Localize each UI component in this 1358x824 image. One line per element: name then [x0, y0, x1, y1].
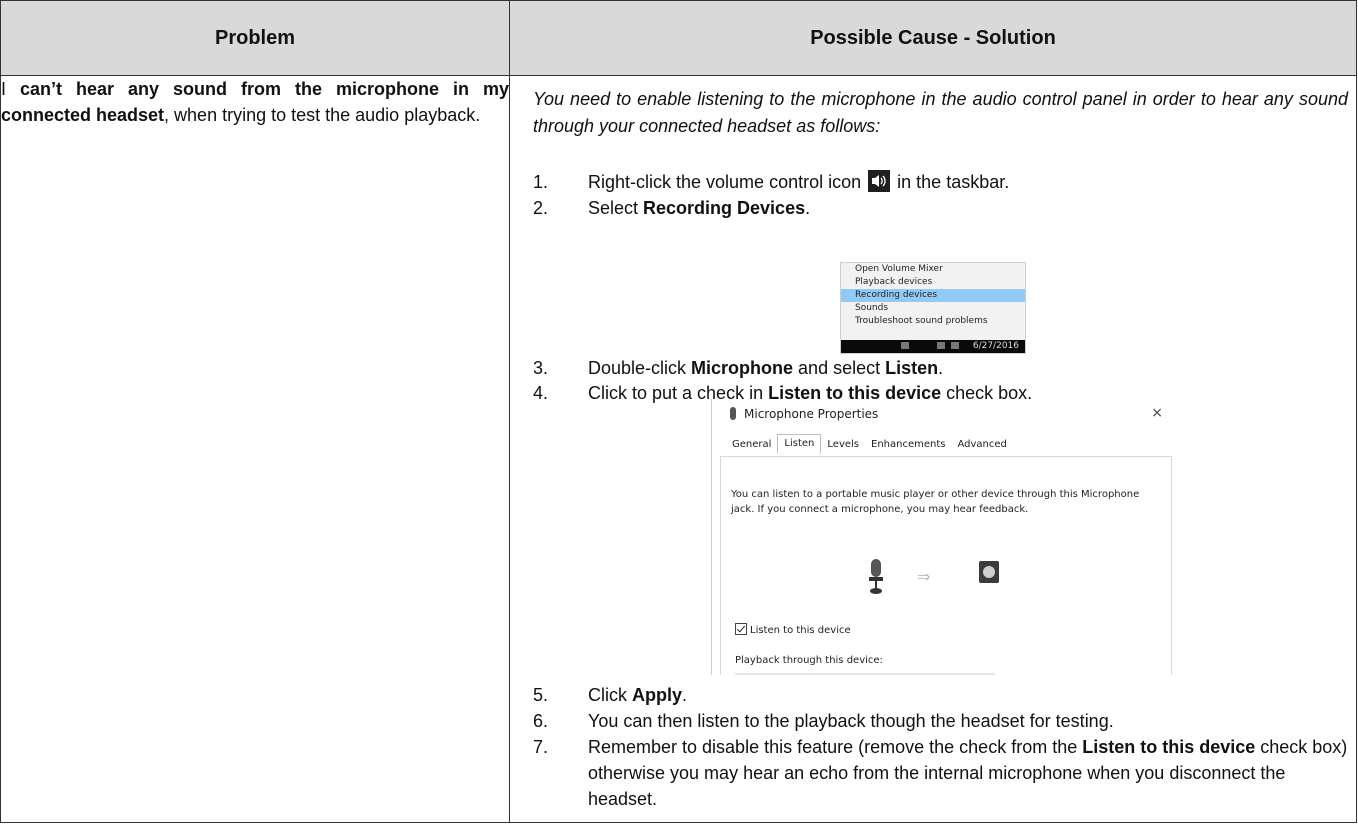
listen-description: You can listen to a portable music playe… — [731, 489, 1140, 515]
checkbox-icon[interactable] — [735, 623, 747, 635]
step-number: 3. — [533, 358, 549, 378]
step-number: 1. — [533, 172, 549, 192]
step-text: in the taskbar. — [897, 172, 1010, 192]
step-text: Right-click the volume control icon — [588, 172, 862, 192]
tab-levels[interactable]: Levels — [821, 434, 865, 454]
problem-text-2: , when trying to test the audio playback… — [164, 105, 481, 125]
tab-general[interactable]: General — [726, 434, 777, 454]
menu-item-sounds[interactable]: Sounds — [841, 302, 1025, 315]
step-number: 2. — [533, 198, 549, 218]
arrow-right-icon: ⇒ — [917, 567, 931, 586]
step-text: and select — [793, 358, 886, 378]
microphone-properties-dialog: Microphone Properties × General Listen L… — [711, 399, 1175, 675]
step-text: . — [805, 198, 811, 218]
dialog-title-text: Microphone Properties — [744, 407, 879, 421]
step-number: 4. — [533, 383, 549, 403]
menu-item-open-volume-mixer[interactable]: Open Volume Mixer — [841, 263, 1025, 276]
header-solution: Possible Cause - Solution — [509, 0, 1357, 76]
close-icon[interactable]: × — [1151, 405, 1163, 421]
step-text-bold: Listen to this device — [1082, 737, 1256, 757]
volume-context-menu: Open Volume Mixer Playback devices Recor… — [840, 262, 1026, 354]
solution-cell: You need to enable listening to the micr… — [509, 75, 1357, 823]
step-text-bold: Apply — [632, 685, 683, 705]
solution-intro: You need to enable listening to the micr… — [533, 89, 1348, 136]
step-text: . — [682, 685, 688, 705]
step-text: Double-click — [588, 358, 692, 378]
tab-advanced[interactable]: Advanced — [952, 434, 1013, 454]
tab-panel: You can listen to a portable music playe… — [720, 456, 1172, 675]
step-text-bold: Recording Devices — [643, 198, 806, 218]
problem-cell: I can’t hear any sound from the micropho… — [0, 75, 510, 823]
step-number: 7. — [533, 737, 549, 757]
header-problem: Problem — [0, 0, 510, 76]
taskbar-strip: 6/27/2016 — [841, 340, 1025, 353]
microphone-icon — [730, 407, 736, 420]
speaker-icon — [937, 342, 945, 349]
dialog-title: Microphone Properties — [730, 407, 878, 421]
step-text: Remember to disable this feature (remove… — [588, 737, 1083, 757]
tab-enhancements[interactable]: Enhancements — [865, 434, 951, 454]
speaker-device-icon — [979, 561, 999, 583]
step-text-bold: Microphone — [691, 358, 794, 378]
step-text: You can then listen to the playback thou… — [588, 711, 1114, 731]
notification-icon — [951, 342, 959, 349]
troubleshooting-table: Problem Possible Cause - Solution I can’… — [0, 0, 1357, 823]
menu-item-playback-devices[interactable]: Playback devices — [841, 276, 1025, 289]
network-icon — [901, 342, 909, 349]
menu-item-troubleshoot[interactable]: Troubleshoot sound problems — [841, 315, 1025, 328]
step-text: Select — [588, 198, 644, 218]
volume-icon — [868, 170, 891, 192]
step-text: Click — [588, 685, 632, 705]
step-number: 6. — [533, 711, 549, 731]
playback-dropdown[interactable] — [735, 673, 995, 675]
step-text: . — [938, 358, 944, 378]
tab-listen[interactable]: Listen — [777, 434, 822, 454]
problem-text-1: I — [1, 79, 20, 99]
microphone-device-icon — [867, 559, 885, 599]
dialog-tabs: General Listen Levels Enhancements Advan… — [726, 434, 1013, 456]
step-number: 5. — [533, 685, 549, 705]
taskbar-date: 6/27/2016 — [972, 341, 1019, 351]
playback-label: Playback through this device: — [735, 655, 883, 666]
listen-checkbox[interactable]: Listen to this device — [735, 623, 851, 636]
menu-item-recording-devices[interactable]: Recording devices — [841, 289, 1025, 302]
checkbox-label: Listen to this device — [750, 625, 851, 636]
step-text-bold: Listen — [885, 358, 939, 378]
